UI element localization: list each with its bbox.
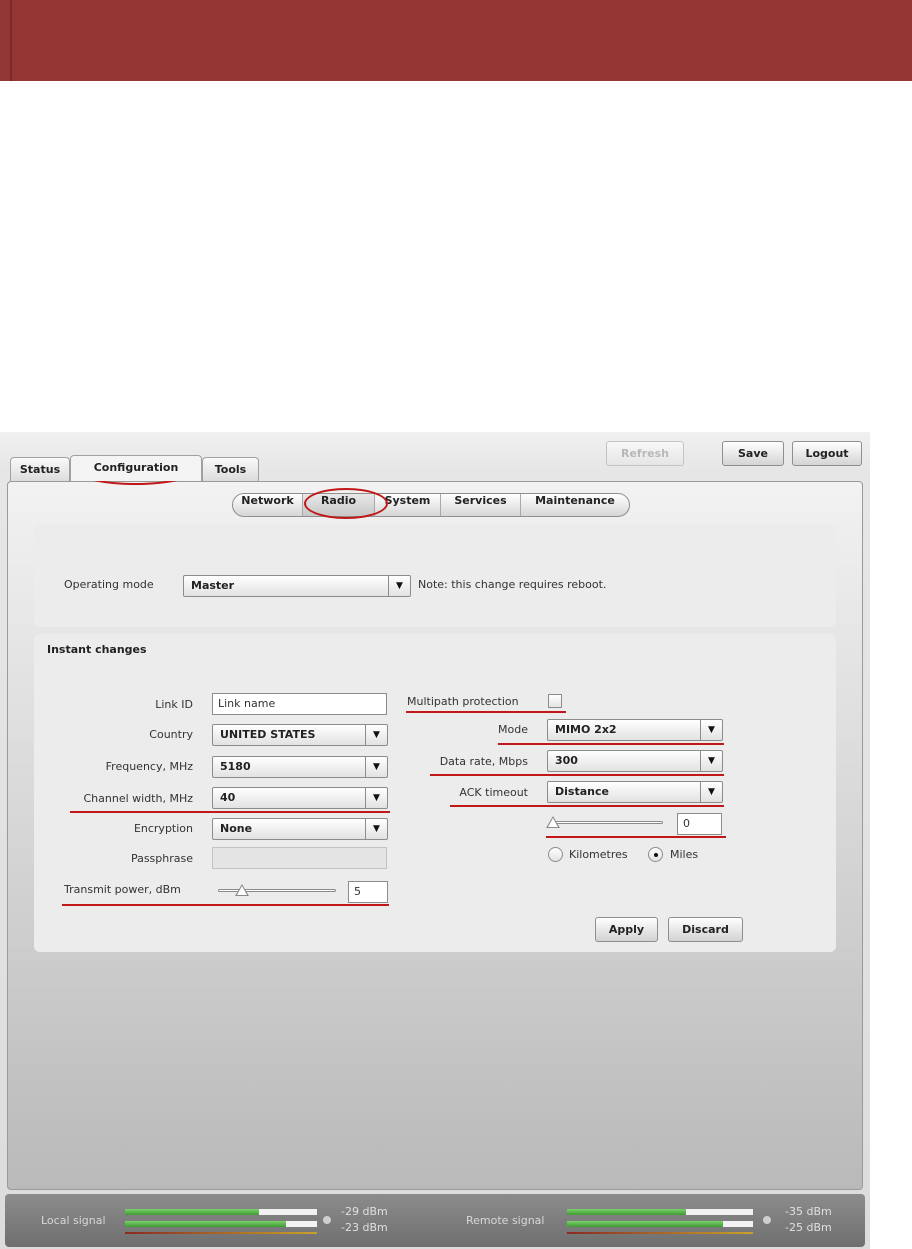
subnav-maintenance[interactable]: Maintenance	[521, 494, 629, 516]
country-value: UNITED STATES	[220, 728, 316, 741]
save-button[interactable]: Save	[722, 441, 784, 466]
refresh-button[interactable]: Refresh	[606, 441, 684, 466]
chevron-down-icon: ▼	[700, 720, 722, 740]
logout-button[interactable]: Logout	[792, 441, 862, 466]
mode-value: MIMO 2x2	[555, 723, 617, 736]
remote-signal-bar-2	[567, 1221, 753, 1227]
subnav-radio[interactable]: Radio	[303, 494, 375, 516]
banner-edge	[10, 0, 12, 81]
top-banner	[0, 0, 912, 81]
remote-signal-label: Remote signal	[466, 1214, 545, 1227]
multipath-label: Multipath protection	[407, 695, 519, 708]
chevron-down-icon: ▼	[700, 751, 722, 771]
link-id-input[interactable]: Link name	[212, 693, 387, 715]
local-signal-underline	[125, 1232, 317, 1234]
channel-width-label: Channel width, MHz	[83, 792, 193, 805]
local-signal-fill-2	[125, 1221, 287, 1227]
country-label: Country	[149, 728, 193, 741]
country-select[interactable]: UNITED STATES ▼	[212, 724, 388, 746]
remote-signal-led	[763, 1216, 771, 1224]
remote-signal-fill-1	[567, 1209, 687, 1215]
encryption-select[interactable]: None ▼	[212, 818, 388, 840]
ack-distance-slider[interactable]	[553, 821, 663, 824]
chevron-down-icon: ▼	[365, 757, 387, 777]
encryption-value: None	[220, 822, 253, 835]
subnav-network[interactable]: Network	[233, 494, 303, 516]
local-signal-bar-2	[125, 1221, 317, 1227]
transmit-power-label: Transmit power, dBm	[64, 883, 181, 896]
remote-signal-fill-2	[567, 1221, 724, 1227]
chevron-down-icon: ▼	[388, 576, 410, 596]
apply-button[interactable]: Apply	[595, 917, 658, 942]
operating-mode-select[interactable]: Master ▼	[183, 575, 411, 597]
app-window: Status Configuration Tools Refresh Save …	[0, 432, 870, 1249]
multipath-checkbox[interactable]	[548, 694, 562, 708]
miles-radio[interactable]	[648, 847, 663, 862]
transmit-power-slider-handle[interactable]	[234, 884, 249, 896]
link-id-label: Link ID	[155, 698, 193, 711]
local-signal-led	[323, 1216, 331, 1224]
ack-timeout-label: ACK timeout	[459, 786, 528, 799]
ack-timeout-value: Distance	[555, 785, 609, 798]
ack-distance-input[interactable]: 0	[677, 813, 722, 835]
chevron-down-icon: ▼	[365, 819, 387, 839]
tab-configuration[interactable]: Configuration	[70, 455, 202, 481]
mode-select[interactable]: MIMO 2x2 ▼	[547, 719, 723, 741]
local-signal-fill-1	[125, 1209, 260, 1215]
remote-signal-dbm-1: -35 dBm	[785, 1205, 832, 1218]
discard-button[interactable]: Discard	[668, 917, 743, 942]
data-rate-select[interactable]: 300 ▼	[547, 750, 723, 772]
channel-width-select[interactable]: 40 ▼	[212, 787, 388, 809]
operating-mode-value: Master	[191, 579, 235, 592]
encryption-label: Encryption	[133, 822, 193, 835]
passphrase-label: Passphrase	[130, 852, 193, 865]
transmit-power-input[interactable]: 5	[348, 881, 388, 903]
ack-timeout-select[interactable]: Distance ▼	[547, 781, 723, 803]
operating-mode-label: Operating mode	[64, 578, 154, 591]
ack-distance-slider-handle[interactable]	[546, 816, 560, 828]
remote-signal-underline	[567, 1232, 753, 1234]
subnav: Network Radio System Services Maintenanc…	[232, 493, 630, 517]
signal-footer: Local signal -29 dBm -23 dBm Remote sign…	[5, 1194, 865, 1247]
local-signal-dbm-2: -23 dBm	[341, 1221, 388, 1234]
instant-changes-title: Instant changes	[47, 643, 147, 656]
tab-tools[interactable]: Tools	[202, 457, 259, 481]
chevron-down-icon: ▼	[365, 725, 387, 745]
kilometres-radio[interactable]	[548, 847, 563, 862]
subnav-system[interactable]: System	[375, 494, 441, 516]
operating-mode-card	[34, 524, 836, 627]
radio-dot	[654, 853, 658, 857]
local-signal-bar-1	[125, 1209, 317, 1215]
chevron-down-icon: ▼	[700, 782, 722, 802]
data-rate-label: Data rate, Mbps	[439, 755, 528, 768]
tab-status[interactable]: Status	[10, 457, 70, 481]
reboot-note: Note: this change requires reboot.	[418, 578, 607, 591]
miles-label: Miles	[670, 848, 699, 861]
subnav-services[interactable]: Services	[441, 494, 521, 516]
remote-signal-dbm-2: -25 dBm	[785, 1221, 832, 1234]
channel-width-value: 40	[220, 791, 236, 804]
local-signal-dbm-1: -29 dBm	[341, 1205, 388, 1218]
mode-label: Mode	[498, 723, 528, 736]
chevron-down-icon: ▼	[365, 788, 387, 808]
frequency-select[interactable]: 5180 ▼	[212, 756, 388, 778]
local-signal-label: Local signal	[41, 1214, 106, 1227]
kilometres-label: Kilometres	[569, 848, 628, 861]
data-rate-value: 300	[555, 754, 578, 767]
remote-signal-bar-1	[567, 1209, 753, 1215]
frequency-label: Frequency, MHz	[105, 760, 193, 773]
passphrase-input[interactable]	[212, 847, 387, 869]
frequency-value: 5180	[220, 760, 251, 773]
